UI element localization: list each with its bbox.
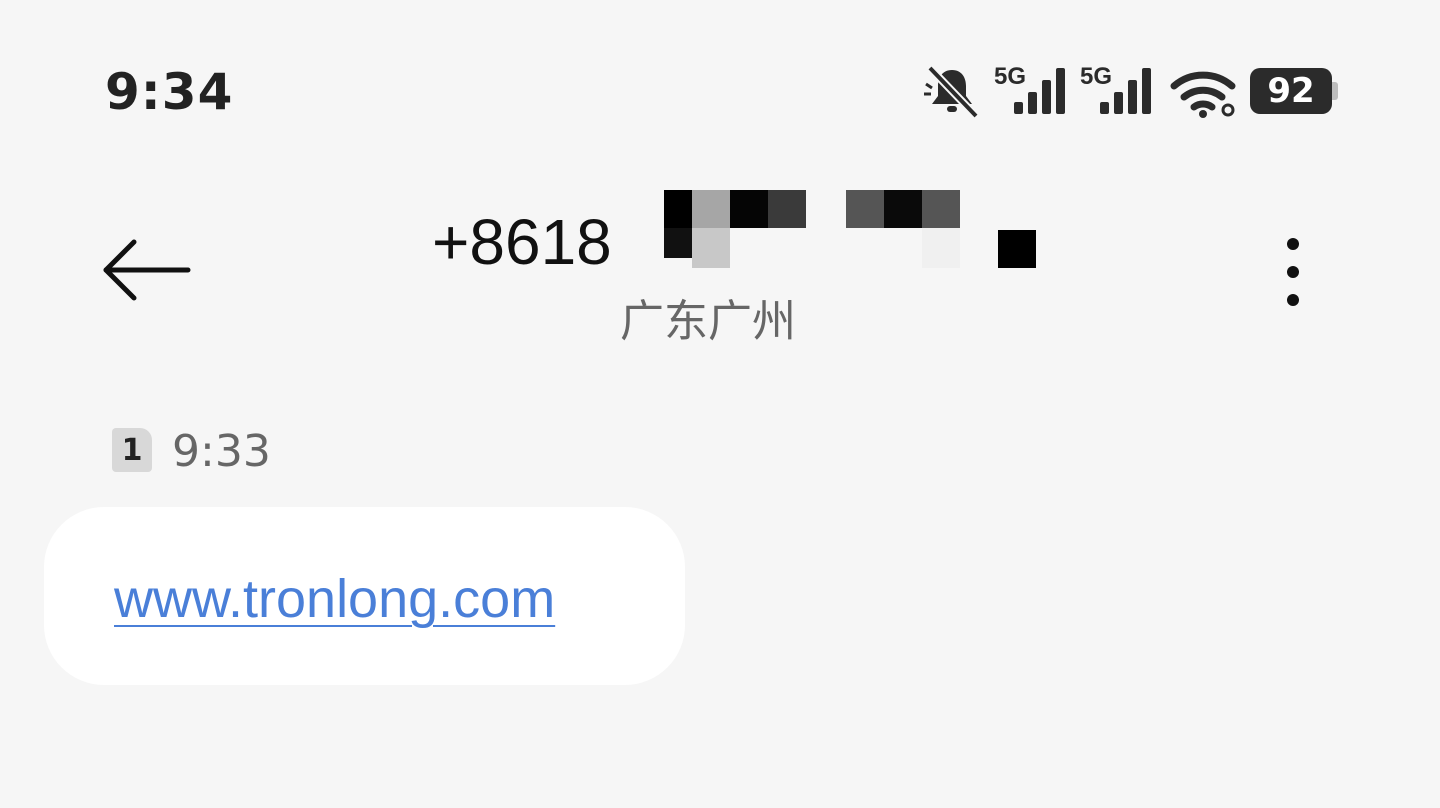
bell-muted-icon — [924, 65, 979, 119]
contact-phone-number[interactable]: +8618 — [432, 202, 612, 282]
wifi-icon — [1170, 71, 1236, 118]
sim-card-badge: 1 — [112, 428, 152, 472]
contact-location: 广东广州 — [620, 296, 796, 347]
status-time: 9:34 — [105, 63, 234, 121]
battery-level: 92 — [1267, 71, 1315, 111]
message-bubble[interactable]: www.tronlong.com — [44, 507, 685, 685]
signal-5g-icon: 5G — [994, 63, 1065, 114]
conversation-screen: 9:34 5G 5G 92 +8618 广东广州 1 9:33 www.tron… — [0, 0, 1440, 808]
battery-tip — [1332, 82, 1338, 100]
network-type-label: 5G — [994, 63, 1026, 90]
back-arrow-icon — [103, 239, 191, 301]
network-type-label: 5G — [1080, 63, 1112, 90]
signal-5g-icon: 5G — [1080, 63, 1151, 114]
battery-icon: 92 — [1250, 68, 1332, 114]
message-timestamp: 9:33 — [172, 426, 271, 477]
more-options-button[interactable] — [1270, 230, 1316, 314]
message-link[interactable]: www.tronlong.com — [114, 565, 555, 633]
status-icons: 5G 5G 92 — [920, 58, 1340, 122]
back-button[interactable] — [98, 230, 198, 310]
